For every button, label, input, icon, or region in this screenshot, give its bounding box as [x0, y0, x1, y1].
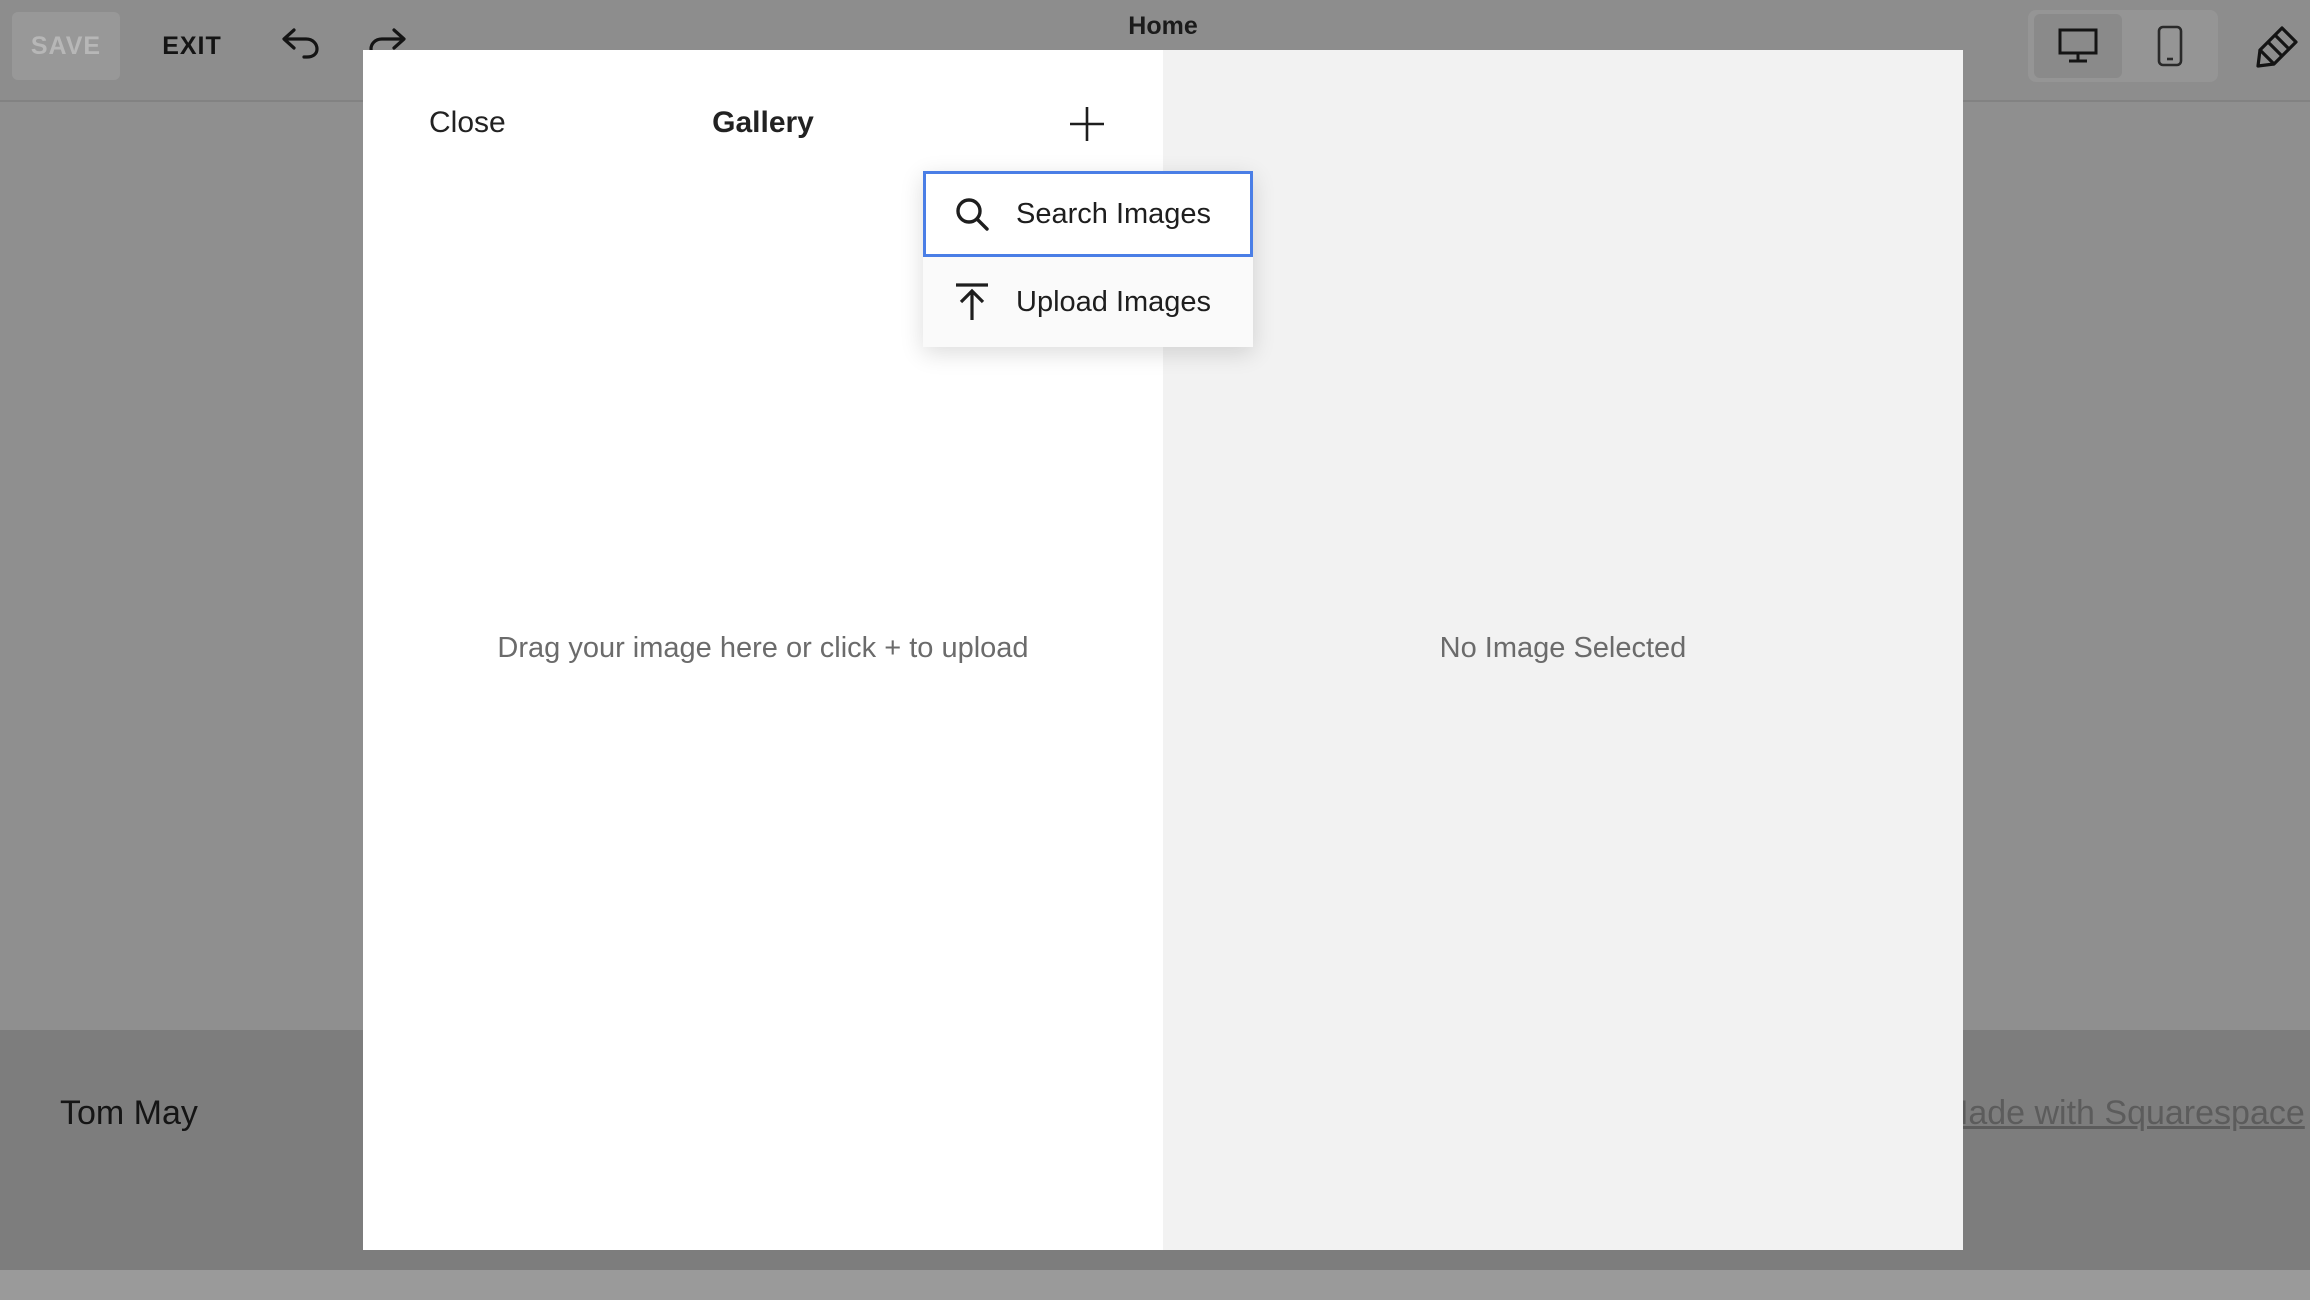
page-bottom-strip [0, 1270, 2310, 1300]
plus-icon [1070, 107, 1104, 141]
search-icon [954, 196, 990, 232]
design-button[interactable] [2250, 18, 2306, 74]
gallery-modal: Close Gallery Drag your image here or cl… [363, 50, 1963, 1250]
upload-images-label: Upload Images [1016, 285, 1212, 318]
add-image-button[interactable] [1063, 100, 1111, 148]
upload-icon [954, 283, 990, 320]
drop-zone-hint: Drag your image here or click + to uploa… [497, 632, 1029, 664]
mobile-icon [2157, 25, 2183, 67]
search-images-option[interactable]: Search Images [923, 171, 1253, 257]
desktop-view-button[interactable] [2034, 14, 2122, 78]
mobile-view-button[interactable] [2126, 14, 2214, 78]
site-name: Tom May [60, 1094, 198, 1132]
undo-button[interactable] [274, 20, 326, 66]
undo-icon [282, 28, 319, 59]
paintbrush-icon [2256, 26, 2298, 68]
desktop-icon [2058, 28, 2098, 63]
close-button[interactable]: Close [429, 106, 506, 140]
image-preview-panel: No Image Selected [1163, 50, 1963, 1250]
page-title: Home [1128, 12, 1198, 40]
exit-button[interactable]: EXIT [150, 12, 234, 80]
search-images-label: Search Images [1016, 197, 1212, 230]
no-image-selected-text: No Image Selected [1439, 632, 1687, 664]
upload-images-option[interactable]: Upload Images [923, 259, 1253, 345]
add-image-menu: Search Images Upload Images [923, 171, 1253, 347]
save-button[interactable]: SAVE [12, 12, 120, 80]
modal-title: Gallery [712, 106, 814, 139]
made-with-link[interactable]: Made with Squarespace [1940, 1094, 2305, 1133]
